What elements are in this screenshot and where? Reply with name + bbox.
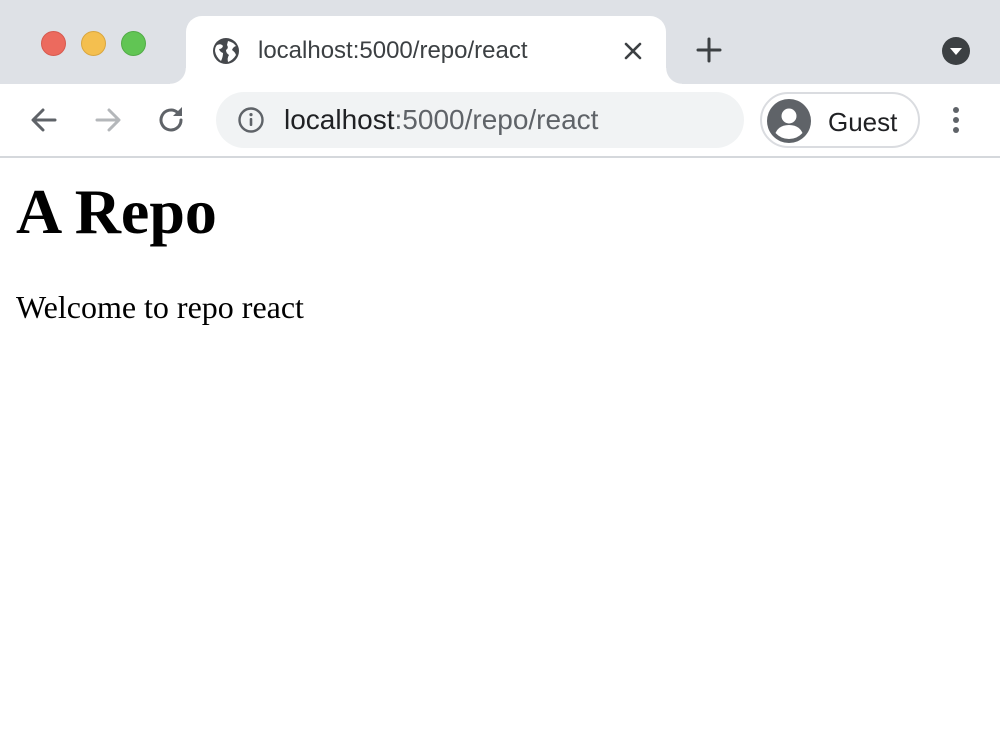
- browser-toolbar: localhost:5000/repo/react Guest: [0, 84, 1000, 157]
- window-minimize-button[interactable]: [81, 31, 106, 56]
- profile-name: Guest: [828, 107, 898, 137]
- tab-strip: localhost:5000/repo/react: [0, 0, 1000, 84]
- new-tab-button[interactable]: [694, 35, 724, 65]
- window-close-button[interactable]: [41, 31, 66, 56]
- account-icon: [767, 99, 811, 143]
- more-menu-icon[interactable]: [940, 102, 972, 138]
- info-icon[interactable]: [237, 106, 265, 134]
- window-maximize-button[interactable]: [121, 31, 146, 56]
- page-title: A Repo: [16, 176, 217, 247]
- address-bar[interactable]: localhost:5000/repo/react: [216, 92, 744, 148]
- tab-title: localhost:5000/repo/react: [258, 37, 528, 64]
- url-text[interactable]: localhost:5000/repo/react: [284, 104, 598, 136]
- page-content: A Repo Welcome to repo react: [0, 158, 1000, 750]
- active-tab[interactable]: localhost:5000/repo/react: [170, 16, 682, 84]
- profile-button[interactable]: Guest: [760, 92, 920, 148]
- url-path: :5000/repo/react: [394, 104, 599, 135]
- reload-button[interactable]: [154, 102, 190, 138]
- welcome-text: Welcome to repo react: [16, 289, 304, 325]
- back-button[interactable]: [26, 102, 62, 138]
- forward-button[interactable]: [90, 102, 126, 138]
- close-icon[interactable]: [620, 38, 646, 64]
- tab-search-icon[interactable]: [940, 35, 972, 67]
- url-host: localhost: [284, 104, 395, 135]
- globe-icon: [213, 38, 239, 64]
